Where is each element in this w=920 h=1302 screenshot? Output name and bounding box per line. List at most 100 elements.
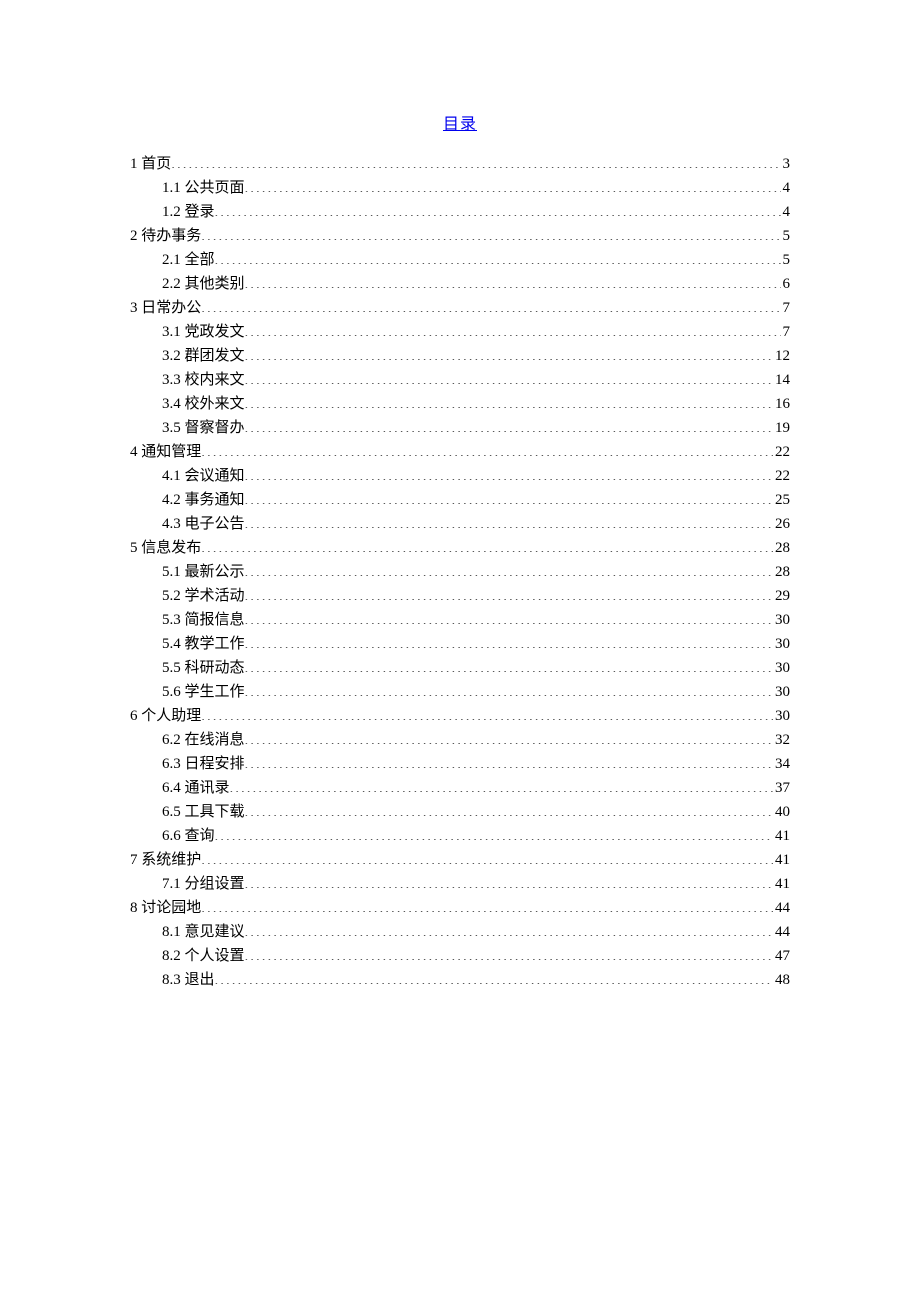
toc-entry-page: 4 (781, 200, 791, 224)
toc-entry-page: 30 (773, 656, 790, 680)
toc-entry-page: 19 (773, 416, 790, 440)
toc-entry-page: 37 (773, 776, 790, 800)
toc-leader-dots (215, 201, 781, 216)
toc-entry-label: 4.3 电子公告 (162, 512, 245, 536)
toc-entry-page: 30 (773, 608, 790, 632)
toc-entry[interactable]: 3.3 校内来文14 (130, 368, 790, 392)
toc-entry-page: 4 (781, 176, 791, 200)
toc-leader-dots (201, 705, 773, 720)
toc-entry[interactable]: 2.1 全部5 (130, 248, 790, 272)
toc-entry-page: 41 (773, 848, 790, 872)
toc-entry[interactable]: 4.1 会议通知22 (130, 464, 790, 488)
toc-entry-page: 30 (773, 704, 790, 728)
toc-entry-page: 28 (773, 536, 790, 560)
toc-entry-label: 6.2 在线消息 (162, 728, 245, 752)
toc-entry-label: 2 待办事务 (130, 224, 201, 248)
toc-entry[interactable]: 2 待办事务 5 (130, 224, 790, 248)
toc-entry[interactable]: 5.4 教学工作30 (130, 632, 790, 656)
toc-entry[interactable]: 3.2 群团发文12 (130, 344, 790, 368)
toc-leader-dots (245, 273, 781, 288)
toc-entry[interactable]: 5.3 简报信息 30 (130, 608, 790, 632)
toc-entry[interactable]: 1 首页 3 (130, 152, 790, 176)
toc-entry[interactable]: 5.5 科研动态30 (130, 656, 790, 680)
toc-entry[interactable]: 6.3 日程安排34 (130, 752, 790, 776)
toc-entry[interactable]: 6 个人助理 30 (130, 704, 790, 728)
toc-leader-dots (245, 921, 773, 936)
toc-entry-label: 3.1 党政发文 (162, 320, 245, 344)
toc-leader-dots (245, 345, 773, 360)
toc-entry[interactable]: 7.1 分组设置 41 (130, 872, 790, 896)
toc-leader-dots (201, 297, 780, 312)
toc-leader-dots (245, 465, 773, 480)
toc-entry-page: 7 (781, 320, 791, 344)
toc-entry-page: 48 (773, 968, 790, 992)
toc-entry[interactable]: 5.6 学生工作30 (130, 680, 790, 704)
toc-entry[interactable]: 7 系统维护 41 (130, 848, 790, 872)
toc-leader-dots (245, 369, 773, 384)
toc-entry-label: 5 信息发布 (130, 536, 201, 560)
toc-entry[interactable]: 6.6 查询41 (130, 824, 790, 848)
toc-entry[interactable]: 6.2 在线消息 32 (130, 728, 790, 752)
toc-entry-page: 7 (781, 296, 791, 320)
toc-leader-dots (215, 249, 781, 264)
toc-entry-label: 5.2 学术活动 (162, 584, 245, 608)
toc-entry-page: 41 (773, 872, 790, 896)
toc-entry-label: 6.3 日程安排 (162, 752, 245, 776)
toc-title-container: 目录 (130, 110, 790, 134)
toc-entry-label: 1 首页 (130, 152, 171, 176)
toc-entry-label: 1.1 公共页面 (162, 176, 245, 200)
toc-entry-page: 30 (773, 680, 790, 704)
toc-entry-label: 5.3 简报信息 (162, 608, 245, 632)
toc-entry[interactable]: 3 日常办公 7 (130, 296, 790, 320)
toc-entry-label: 6 个人助理 (130, 704, 201, 728)
toc-leader-dots (245, 873, 773, 888)
toc-entry[interactable]: 1.2 登录4 (130, 200, 790, 224)
toc-entry-label: 6.6 查询 (162, 824, 215, 848)
toc-entry[interactable]: 8.1 意见建议44 (130, 920, 790, 944)
toc-entry-page: 32 (773, 728, 790, 752)
toc-entry[interactable]: 2.2 其他类别 6 (130, 272, 790, 296)
toc-entry[interactable]: 8 讨论园地 44 (130, 896, 790, 920)
toc-entry-label: 3.2 群团发文 (162, 344, 245, 368)
toc-leader-dots (245, 417, 773, 432)
toc-entry[interactable]: 4.3 电子公告26 (130, 512, 790, 536)
toc-entry-page: 14 (773, 368, 790, 392)
toc-entry[interactable]: 6.5 工具下载40 (130, 800, 790, 824)
toc-entry-page: 25 (773, 488, 790, 512)
toc-leader-dots (201, 849, 773, 864)
toc-entry[interactable]: 1.1 公共页面 4 (130, 176, 790, 200)
toc-entry-page: 44 (773, 920, 790, 944)
toc-entry-page: 5 (781, 224, 791, 248)
toc-leader-dots (201, 441, 773, 456)
toc-entry[interactable]: 5 信息发布 28 (130, 536, 790, 560)
toc-entry[interactable]: 4.2 事务通知25 (130, 488, 790, 512)
toc-leader-dots (245, 945, 773, 960)
toc-title-link[interactable]: 目录 (443, 116, 477, 133)
toc-entry[interactable]: 3.1 党政发文 7 (130, 320, 790, 344)
toc-entry-page: 22 (773, 440, 790, 464)
toc-entry[interactable]: 5.2 学术活动29 (130, 584, 790, 608)
toc-entry-page: 40 (773, 800, 790, 824)
toc-entry-page: 47 (773, 944, 790, 968)
toc-entry[interactable]: 8.2 个人设置47 (130, 944, 790, 968)
toc-entry[interactable]: 4 通知管理 22 (130, 440, 790, 464)
toc-entry-label: 7.1 分组设置 (162, 872, 245, 896)
toc-entry-page: 6 (781, 272, 791, 296)
toc-entry-label: 5.4 教学工作 (162, 632, 245, 656)
toc-entry[interactable]: 3.4 校外来文16 (130, 392, 790, 416)
toc-entry-label: 2.2 其他类别 (162, 272, 245, 296)
toc-entry-label: 8.3 退出 (162, 968, 215, 992)
toc-entry-label: 7 系统维护 (130, 848, 201, 872)
toc-leader-dots (245, 561, 773, 576)
toc-leader-dots (245, 681, 773, 696)
toc-entry-page: 3 (781, 152, 791, 176)
toc-leader-dots (245, 729, 773, 744)
toc-entry[interactable]: 5.1 最新公示28 (130, 560, 790, 584)
toc-leader-dots (245, 801, 773, 816)
toc-entry[interactable]: 8.3 退出 48 (130, 968, 790, 992)
toc-leader-dots (230, 777, 773, 792)
toc-entry[interactable]: 3.5 督察督办19 (130, 416, 790, 440)
toc-entry[interactable]: 6.4 通讯录37 (130, 776, 790, 800)
toc-entry-label: 3 日常办公 (130, 296, 201, 320)
toc-entry-label: 8 讨论园地 (130, 896, 201, 920)
